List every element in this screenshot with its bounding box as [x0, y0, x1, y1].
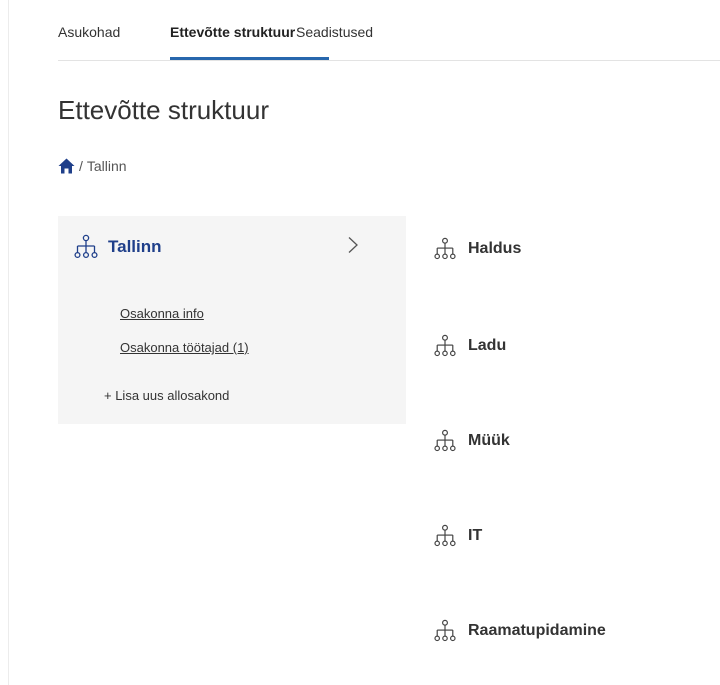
selected-unit-title: Tallinn [108, 237, 162, 256]
org-chart-icon [434, 334, 456, 357]
breadcrumb-current: Tallinn [86, 158, 127, 174]
subunit-label: IT [468, 527, 483, 544]
subunit-label: Ladu [468, 337, 507, 354]
home-icon[interactable] [58, 158, 75, 174]
subunit-label: Haldus [468, 240, 522, 257]
subunit-it[interactable]: IT [434, 524, 482, 548]
left-border [8, 0, 9, 685]
subunit-label: Müük [468, 432, 510, 449]
tab-bar: Asukohad Ettevõtte struktuur Seadistused [58, 0, 720, 61]
add-subunit-button[interactable]: + Lisa uus allosakond [104, 388, 229, 403]
chevron-right-icon[interactable] [346, 236, 360, 254]
page-title: Ettevõtte struktuur [58, 95, 269, 125]
subunit-raamatupidamine[interactable]: Raamatupidamine [434, 619, 606, 643]
subunit-ladu[interactable]: Ladu [434, 334, 506, 358]
active-tab-indicator [170, 57, 329, 60]
selected-unit-header[interactable]: Tallinn [74, 234, 162, 260]
department-info-link[interactable]: Osakonna info [120, 306, 204, 321]
tab-ettevotte-struktuur[interactable]: Ettevõtte struktuur [170, 24, 295, 40]
breadcrumb: / Tallinn [58, 157, 127, 175]
selected-unit-card: Tallinn Osakonna info Osakonna töötajad … [58, 216, 406, 424]
breadcrumb-separator: / [79, 158, 83, 174]
tab-seadistused[interactable]: Seadistused [296, 24, 373, 40]
subunit-haldus[interactable]: Haldus [434, 237, 521, 261]
org-chart-icon [434, 237, 456, 260]
org-chart-icon [74, 234, 98, 259]
tab-asukohad[interactable]: Asukohad [58, 24, 120, 40]
org-chart-icon [434, 524, 456, 547]
department-employees-link[interactable]: Osakonna töötajad (1) [120, 340, 249, 355]
subunit-label: Raamatupidamine [468, 622, 606, 639]
subunit-muuk[interactable]: Müük [434, 429, 510, 453]
org-chart-icon [434, 429, 456, 452]
org-chart-icon [434, 619, 456, 642]
